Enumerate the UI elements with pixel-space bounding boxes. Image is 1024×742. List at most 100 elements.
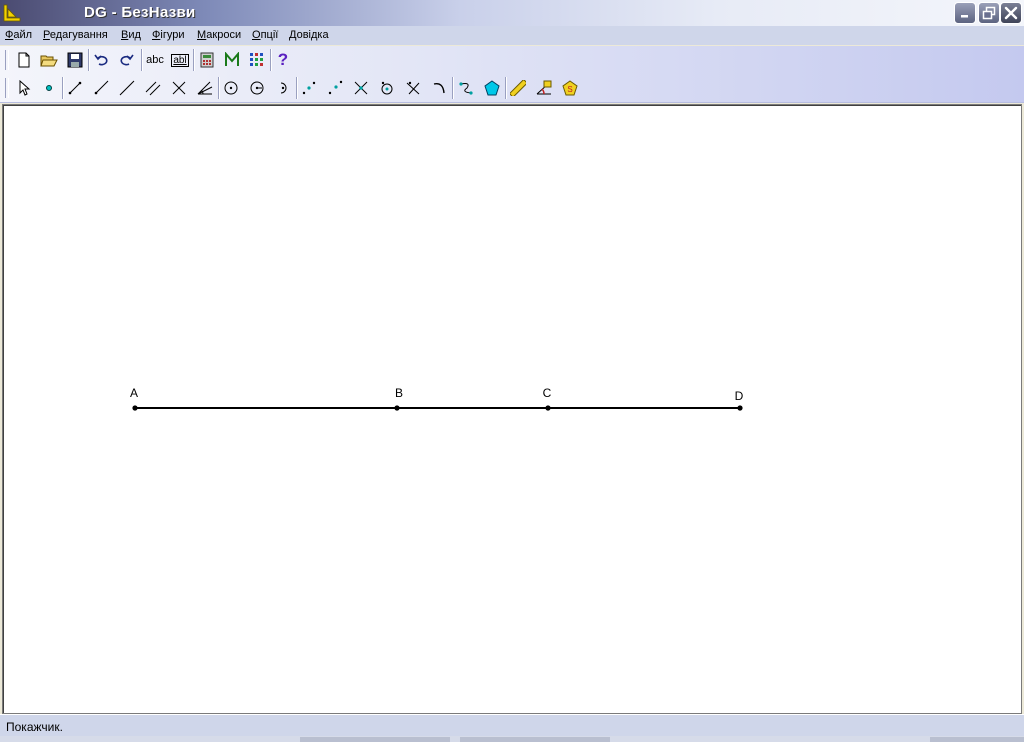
menu-options[interactable]: Опції [252,29,278,41]
point-B[interactable] [394,405,400,411]
new-file-button[interactable] [13,49,35,71]
taskbar-strip [0,736,1024,742]
calculator-icon [200,52,214,68]
macro-m-icon [225,52,239,66]
status-bar: Покажчик. [0,714,1024,737]
pointer-tool-button[interactable] [13,77,35,99]
grid-button[interactable] [246,49,268,71]
protractor-icon [536,80,552,95]
geometry-toolbar: S [0,74,1024,103]
perpendicular-icon [172,81,186,95]
app-logo-icon [2,3,22,23]
taskbar-item[interactable] [300,737,450,742]
measure-area-button[interactable]: S [559,77,581,99]
circle-point-icon [381,81,393,95]
line-icon [119,80,135,96]
line-tool-button[interactable] [116,77,138,99]
parallel-tool-button[interactable] [142,77,164,99]
locus-tool-button[interactable] [428,77,450,99]
pointer-arrow-icon [19,80,31,96]
parallel-lines-icon [145,81,161,96]
ray-icon [94,80,109,95]
intersection-tool-button[interactable] [350,77,372,99]
point-label-D: D [735,389,744,403]
redo-icon [120,54,134,66]
circle-tool-button[interactable] [220,77,242,99]
floppy-disk-icon [67,52,83,68]
main-toolbar: abc abl ? [0,46,1024,75]
label-tool-button[interactable]: abl [168,49,192,71]
undo-icon [94,54,108,66]
measure-angle-button[interactable] [533,77,555,99]
animation-tool-button[interactable] [455,77,477,99]
arc-icon [280,82,287,94]
midpoint-tool-button[interactable] [298,77,320,99]
menu-bar: Файл Редагування Вид Фігури Макроси Опці… [0,26,1024,45]
segment-tool-button[interactable] [64,77,86,99]
intersection-icon [354,81,368,95]
macro-button[interactable] [221,49,243,71]
menu-view[interactable]: Вид [121,29,141,41]
angle-bisector-tool-button[interactable] [194,77,216,99]
point-on-object-icon [328,80,343,95]
minimize-button[interactable] [954,2,976,24]
close-button[interactable] [1000,2,1022,24]
point-D[interactable] [737,405,743,411]
point-tool-button[interactable] [38,77,60,99]
point-C[interactable] [545,405,551,411]
point-label-A: A [130,386,138,400]
window-title: DG - БезНазви [84,4,196,21]
title-bar: DG - БезНазви [0,0,1024,26]
undo-button[interactable] [90,49,112,71]
point-icon [46,85,52,91]
circle-radius-icon [250,81,264,95]
menu-edit[interactable]: Редагування [43,29,108,41]
locus-curve-icon [433,83,445,94]
menu-figures[interactable]: Фігури [152,29,184,41]
point-label-B: B [395,386,403,400]
ray-tool-button[interactable] [90,77,112,99]
point-on-object-tool-button[interactable] [324,77,346,99]
reflection-icon [406,81,420,95]
animation-icon [459,82,473,95]
arc-tool-button[interactable] [272,77,294,99]
circle-point-tool-button[interactable] [376,77,398,99]
point-label-C: C [543,386,552,400]
grid-icon [250,53,263,66]
open-file-button[interactable] [38,49,60,71]
menu-help[interactable]: Довідка [289,29,329,41]
help-button[interactable]: ? [272,49,294,71]
restore-button[interactable] [978,2,1000,24]
segment-icon [68,81,82,95]
point-A[interactable] [132,405,138,411]
new-file-icon [18,52,30,68]
menu-file[interactable]: Файл [5,29,32,41]
toolbar-separator [452,77,454,99]
midpoint-icon [302,81,316,95]
geometry-drawing[interactable]: A B C D [3,105,1021,713]
toolbar-grip[interactable] [5,78,9,98]
calculator-button[interactable] [196,49,218,71]
toolbar-grip[interactable] [5,50,9,70]
restore-icon [982,6,996,20]
circle-radius-tool-button[interactable] [246,77,268,99]
polygon-tool-button[interactable] [481,77,503,99]
open-folder-icon [40,55,58,67]
area-polygon-icon: S [562,80,578,96]
text-tool-button[interactable]: abc [143,49,167,71]
status-text: Покажчик. [6,720,63,734]
toolbar-separator [193,49,195,71]
svg-text:S: S [567,85,572,94]
taskbar-item[interactable] [930,737,1024,742]
redo-button[interactable] [116,49,138,71]
minimize-icon [961,15,968,18]
polygon-icon [484,80,500,96]
save-button[interactable] [64,49,86,71]
perpendicular-tool-button[interactable] [168,77,190,99]
ruler-icon [510,80,526,96]
measure-length-button[interactable] [507,77,529,99]
menu-macros[interactable]: Макроси [197,29,241,41]
reflection-tool-button[interactable] [402,77,424,99]
drawing-canvas[interactable]: A B C D [2,104,1022,714]
taskbar-item[interactable] [460,737,610,742]
